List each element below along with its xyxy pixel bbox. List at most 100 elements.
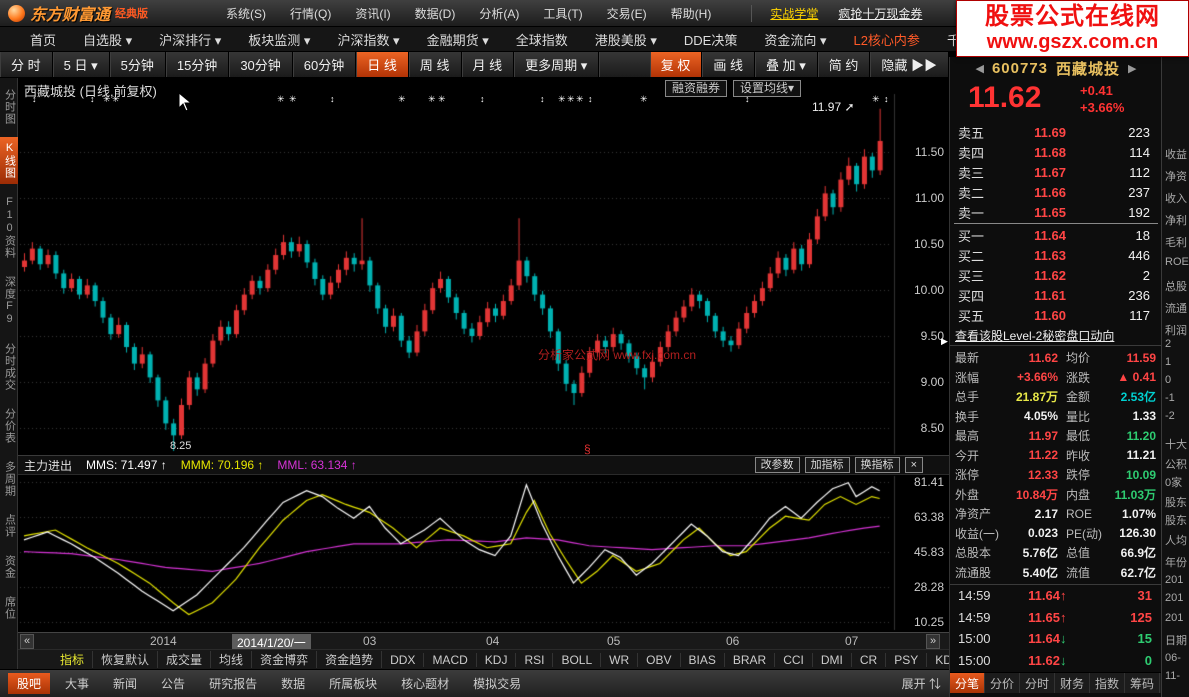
indicator-tab[interactable]: MACD bbox=[424, 653, 476, 667]
candlestick-canvas[interactable] bbox=[18, 78, 949, 632]
menu-item[interactable]: 帮助(H) bbox=[671, 5, 712, 22]
status-tab[interactable]: 模拟交易 bbox=[464, 673, 530, 694]
indicator-tab[interactable]: KDJ bbox=[477, 653, 517, 667]
menu-item[interactable]: 资讯(I) bbox=[355, 5, 390, 22]
period-button[interactable]: 月 线 bbox=[462, 52, 515, 77]
event-marker-icon[interactable]: ✳ bbox=[289, 94, 297, 105]
nav-item[interactable]: 港股美股 ▾ bbox=[595, 30, 657, 49]
period-button[interactable]: 5分钟 bbox=[110, 52, 166, 77]
nav-item[interactable]: 首页 bbox=[30, 30, 56, 49]
level2-link[interactable]: 查看该股Level-2秘密盘口动向 bbox=[950, 326, 1162, 346]
quote-tab[interactable]: 指数 bbox=[1090, 673, 1125, 693]
indicator-tab[interactable]: PSY bbox=[886, 653, 927, 667]
indicator-tab[interactable]: 成交量 bbox=[158, 651, 211, 668]
indicator-tab[interactable]: RSI bbox=[516, 653, 553, 667]
promo-link-coupon[interactable]: 疯抢十万现金券 bbox=[838, 5, 922, 22]
status-tab[interactable]: 股吧 bbox=[8, 673, 50, 694]
sidebar-tab[interactable]: 席位 bbox=[0, 591, 18, 625]
next-stock-arrow-icon[interactable]: ▶ bbox=[1128, 62, 1136, 75]
sidebar-tab[interactable]: 点评 bbox=[0, 509, 18, 543]
chart-tool-button[interactable]: 画 线 bbox=[702, 52, 755, 77]
menu-item[interactable]: 行情(Q) bbox=[290, 5, 331, 22]
event-marker-icon[interactable]: ↕ bbox=[588, 94, 593, 104]
event-marker-icon[interactable]: ↕ bbox=[330, 94, 335, 104]
event-marker-icon[interactable]: ✳ bbox=[640, 94, 648, 105]
indicator-tab[interactable]: BIAS bbox=[681, 653, 725, 667]
indicator-tab[interactable]: 指标 bbox=[52, 651, 93, 668]
event-marker-icon[interactable]: ✳ bbox=[558, 94, 566, 105]
period-button[interactable]: 60分钟 bbox=[293, 52, 356, 77]
event-marker-icon[interactable]: ✳ bbox=[567, 94, 575, 105]
status-tab[interactable]: 大事 bbox=[56, 673, 98, 694]
period-button[interactable]: 15分钟 bbox=[166, 52, 229, 77]
indicator-button[interactable]: 改参数 bbox=[755, 457, 800, 473]
period-button[interactable]: 日 线 bbox=[356, 52, 409, 77]
indicator-tab[interactable]: BOLL bbox=[553, 653, 601, 667]
period-button[interactable]: 5 日 ▾ bbox=[53, 52, 110, 77]
status-tab[interactable]: 所属板块 bbox=[320, 673, 386, 694]
event-marker-icon[interactable]: ✳ bbox=[277, 94, 285, 105]
menu-item[interactable]: 工具(T) bbox=[543, 5, 582, 22]
promo-link-study[interactable]: 实战学堂 bbox=[770, 5, 818, 22]
indicator-tab[interactable]: BRAR bbox=[725, 653, 775, 667]
event-marker-icon[interactable]: ✳ bbox=[438, 94, 446, 105]
event-marker-icon[interactable]: ↕ bbox=[884, 94, 889, 104]
status-tab[interactable]: 数据 bbox=[272, 673, 314, 694]
chart-overlay-button[interactable]: 设置均线▾ bbox=[733, 80, 801, 97]
indicator-tab[interactable]: DMI bbox=[813, 653, 852, 667]
menu-item[interactable]: 系统(S) bbox=[226, 5, 266, 22]
indicator-tab[interactable]: 资金趋势 bbox=[317, 651, 382, 668]
status-tab[interactable]: 新闻 bbox=[104, 673, 146, 694]
chart-overlay-button[interactable]: 融资融券 bbox=[665, 80, 727, 97]
indicator-tab[interactable]: CCI bbox=[775, 653, 813, 667]
nav-item[interactable]: DDE决策 bbox=[684, 30, 737, 49]
sidebar-tab[interactable]: 分价表 bbox=[0, 403, 18, 449]
sidebar-tab[interactable]: F10资料 bbox=[0, 191, 18, 264]
status-tab[interactable]: 公告 bbox=[152, 673, 194, 694]
panel-splitter-arrow-icon[interactable]: ▶ bbox=[941, 336, 948, 347]
period-button[interactable]: 更多周期 ▾ bbox=[514, 52, 599, 77]
period-button[interactable]: 分 时 bbox=[0, 52, 53, 77]
sidebar-tab[interactable]: 分时成交 bbox=[0, 338, 18, 396]
nav-item[interactable]: 沪深指数 ▾ bbox=[337, 30, 399, 49]
nav-item[interactable]: 沪深排行 ▾ bbox=[159, 30, 221, 49]
prev-stock-arrow-icon[interactable]: ◀ bbox=[975, 62, 983, 75]
event-marker-icon[interactable]: ↕ bbox=[480, 94, 485, 104]
quote-tab[interactable]: 财务 bbox=[1055, 673, 1090, 693]
indicator-button[interactable]: 换指标 bbox=[855, 457, 900, 473]
quote-tab[interactable]: 分时 bbox=[1020, 673, 1055, 693]
quote-tab[interactable]: 分笔 bbox=[950, 673, 985, 693]
indicator-tab[interactable]: OBV bbox=[638, 653, 680, 667]
indicator-tab[interactable]: WR bbox=[601, 653, 638, 667]
period-button[interactable]: 30分钟 bbox=[229, 52, 292, 77]
chart-tool-button[interactable]: 简 约 bbox=[818, 52, 871, 77]
menu-item[interactable]: 分析(A) bbox=[479, 5, 519, 22]
period-button[interactable]: 周 线 bbox=[409, 52, 462, 77]
ad-banner[interactable]: 股票公式在线网 www.gszx.com.cn bbox=[956, 0, 1189, 57]
event-marker-icon[interactable]: ↕ bbox=[540, 94, 545, 104]
event-marker-icon[interactable]: ✳ bbox=[398, 94, 406, 105]
sidebar-tab[interactable]: 资金 bbox=[0, 550, 18, 584]
event-marker-icon[interactable]: ✳ bbox=[872, 94, 880, 105]
indicator-button[interactable]: 加指标 bbox=[805, 457, 850, 473]
sidebar-tab[interactable]: 深度F9 bbox=[0, 271, 18, 331]
status-tab[interactable]: 研究报告 bbox=[200, 673, 266, 694]
indicator-tab[interactable]: 资金博弈 bbox=[252, 651, 317, 668]
indicator-tab[interactable]: DDX bbox=[382, 653, 424, 667]
chart-tool-button[interactable]: 隐藏 ▶▶ bbox=[870, 52, 949, 77]
nav-item[interactable]: 全球指数 bbox=[516, 30, 568, 49]
chart-tool-button[interactable]: 叠 加 ▾ bbox=[755, 52, 818, 77]
status-tab[interactable]: 核心题材 bbox=[392, 673, 458, 694]
nav-item[interactable]: 资金流向 ▾ bbox=[764, 30, 826, 49]
scroll-right-button[interactable]: » bbox=[926, 634, 940, 649]
sidebar-tab[interactable]: K线图 bbox=[0, 137, 18, 184]
sidebar-tab[interactable]: 分时图 bbox=[0, 84, 18, 130]
expand-button[interactable]: 展开 ⇅ bbox=[902, 675, 941, 692]
scroll-left-button[interactable]: « bbox=[20, 634, 34, 649]
sidebar-tab[interactable]: 多周期 bbox=[0, 456, 18, 502]
nav-item[interactable]: 板块监测 ▾ bbox=[248, 30, 310, 49]
nav-item[interactable]: 自选股 ▾ bbox=[83, 30, 132, 49]
indicator-tab[interactable]: 恢复默认 bbox=[93, 651, 158, 668]
quote-tab[interactable]: 分价 bbox=[985, 673, 1020, 693]
indicator-button[interactable]: × bbox=[905, 457, 923, 473]
